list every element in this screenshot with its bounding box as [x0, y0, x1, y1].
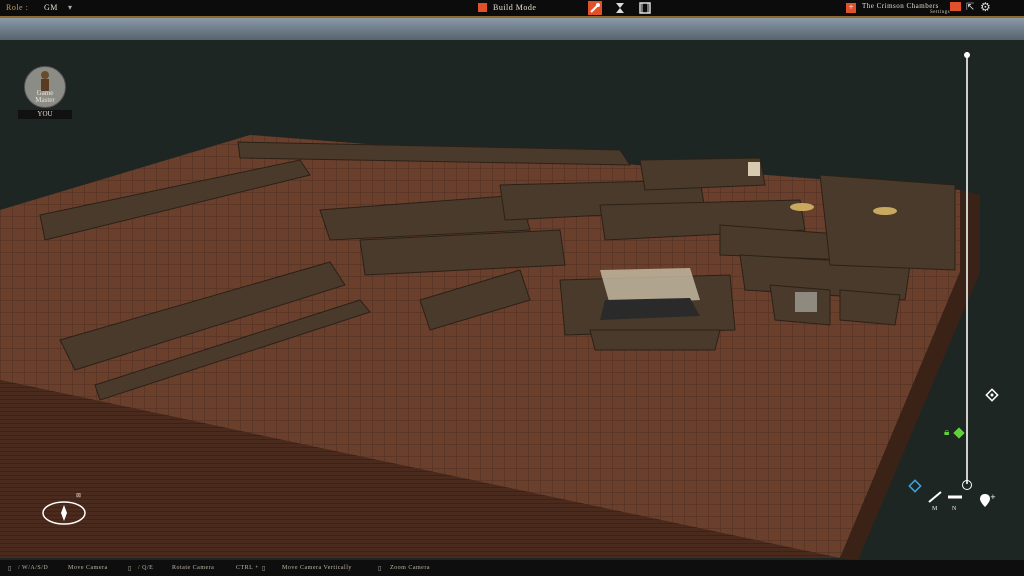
svg-text:+: +: [990, 493, 996, 501]
control-3-action: Move Camera Vertically: [282, 565, 352, 571]
lock-icon[interactable]: 🔒︎: [944, 427, 949, 439]
control-1-action: Move Camera: [68, 565, 108, 571]
tool-m-label: M: [932, 506, 938, 512]
view-marker-icon[interactable]: [985, 388, 999, 402]
mouse-icon: ▯: [378, 566, 382, 572]
slider-bottom-handle[interactable]: [962, 480, 972, 490]
brazier: [790, 203, 814, 211]
tool-n-label: N: [952, 506, 957, 512]
avatar-role: Game Master: [18, 90, 72, 104]
avatar-role-line-2: Master: [35, 96, 55, 104]
build-tools: M N: [926, 490, 966, 512]
dungeon-board[interactable]: [0, 0, 1024, 576]
player-avatar[interactable]: Game Master YOU: [18, 66, 72, 119]
control-2-action: Rotate Camera: [172, 565, 215, 571]
line-tool-icon[interactable]: [926, 490, 944, 504]
avatar-you-label: YOU: [18, 110, 72, 119]
add-marker-icon[interactable]: +: [978, 492, 996, 510]
crate: [748, 162, 760, 176]
level-marker-icon[interactable]: [953, 427, 965, 439]
mouse-icon: ▯: [8, 566, 12, 572]
stone-door: [795, 292, 817, 312]
camera-cursor-icon[interactable]: [908, 479, 922, 493]
compass-icon[interactable]: [40, 495, 88, 529]
mouse-icon: ▯: [262, 566, 266, 572]
controls-bar: ▯ / W/A/S/D Move Camera ▯ / Q/E Rotate C…: [0, 560, 1024, 576]
dash-tool-icon[interactable]: [946, 490, 964, 504]
mouse-icon: ▯: [128, 566, 132, 572]
control-3-keys: CTRL +: [236, 565, 259, 571]
control-4-action: Zoom Camera: [390, 565, 430, 571]
control-2-keys: / Q/E: [138, 565, 154, 571]
brazier: [873, 207, 897, 215]
control-1-keys: / W/A/S/D: [18, 565, 49, 571]
compass-north-icon: ⊠: [76, 493, 82, 499]
slider-top-handle[interactable]: [964, 52, 970, 58]
height-slider-track[interactable]: [966, 52, 968, 484]
